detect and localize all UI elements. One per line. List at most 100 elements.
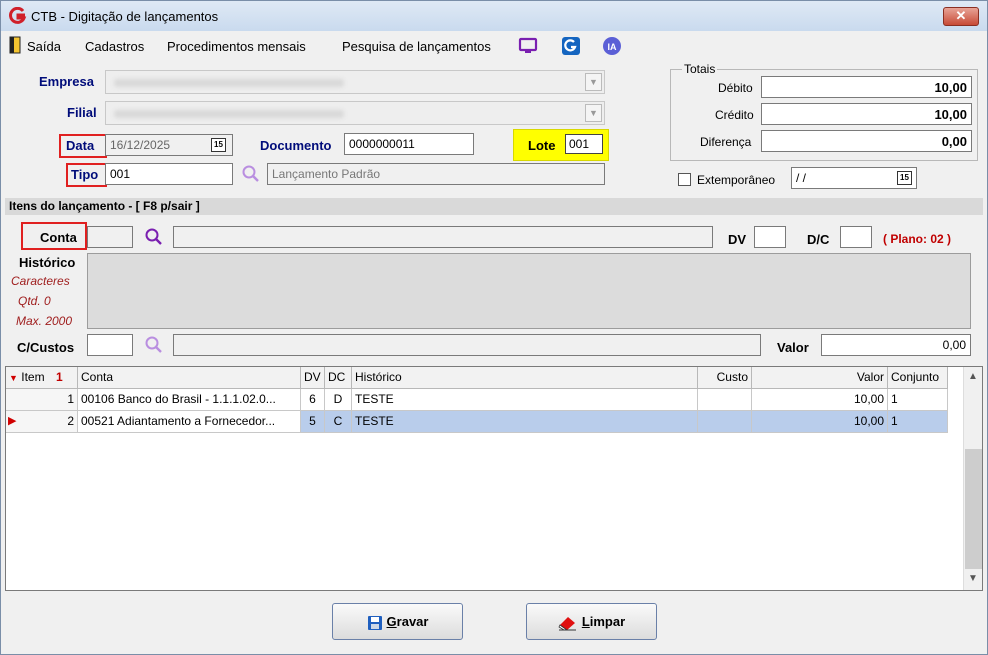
credito-field: 10,00 bbox=[761, 103, 972, 125]
dv-field[interactable] bbox=[754, 226, 786, 248]
close-button[interactable]: ✕ bbox=[943, 7, 979, 26]
grid-scrollbar[interactable]: ▲ ▼ bbox=[963, 367, 982, 590]
cell-historico: TESTE bbox=[352, 389, 698, 411]
header-item[interactable]: ▼ Item 1 bbox=[6, 367, 78, 389]
current-row-arrow-icon: ▶ bbox=[8, 415, 17, 427]
search-icon[interactable] bbox=[241, 164, 261, 184]
exit-door-icon bbox=[9, 36, 23, 54]
chevron-down-icon[interactable]: ▼ bbox=[585, 73, 602, 91]
dv-label: DV bbox=[728, 232, 747, 247]
title-bar: CTB - Digitação de lançamentos ✕ bbox=[1, 1, 987, 31]
table-row[interactable]: ▶ 2 00521 Adiantamento a Fornecedor... 5… bbox=[6, 411, 963, 433]
ccustos-field[interactable] bbox=[87, 334, 133, 356]
filial-select[interactable]: ▼ bbox=[105, 101, 605, 125]
cell-dc: D bbox=[325, 389, 352, 411]
dc-field[interactable] bbox=[840, 226, 872, 248]
gravar-button[interactable]: Gravar bbox=[332, 603, 463, 640]
header-custo[interactable]: Custo bbox=[698, 367, 752, 389]
save-disk-icon bbox=[367, 615, 382, 630]
documento-field[interactable]: 0000000011 bbox=[344, 133, 474, 155]
empresa-label: Empresa bbox=[39, 74, 94, 89]
header-dc[interactable]: DC bbox=[325, 367, 352, 389]
chevron-down-icon[interactable]: ▼ bbox=[585, 104, 602, 122]
window-title: CTB - Digitação de lançamentos bbox=[31, 9, 219, 24]
empresa-blurred-value bbox=[114, 79, 344, 87]
items-grid[interactable]: ▼ Item 1 Conta DV DC Histórico Custo Val… bbox=[5, 366, 983, 591]
lote-label: Lote bbox=[528, 138, 556, 153]
g-logo-icon[interactable] bbox=[561, 36, 581, 56]
cell-item: 1 bbox=[6, 389, 78, 411]
sort-desc-icon: ▼ bbox=[9, 373, 18, 383]
empresa-select[interactable]: ▼ bbox=[105, 70, 605, 94]
menu-procedimentos-mensais[interactable]: Procedimentos mensais bbox=[167, 39, 306, 54]
debito-label: Débito bbox=[718, 81, 753, 95]
historico-textarea[interactable] bbox=[87, 253, 971, 329]
ccustos-description bbox=[173, 334, 761, 356]
header-valor[interactable]: Valor bbox=[752, 367, 888, 389]
plano-label: ( Plano: 02 ) bbox=[883, 232, 952, 246]
itens-section-title: Itens do lançamento - [ F8 p/sair ] bbox=[5, 198, 983, 215]
chevron-down-icon[interactable]: ▼ bbox=[964, 573, 982, 584]
main-window: CTB - Digitação de lançamentos ✕ Saída C… bbox=[0, 0, 988, 655]
historico-label: Histórico bbox=[19, 255, 76, 270]
extemporaneo-date-value: / / bbox=[796, 171, 807, 185]
cell-valor: 10,00 bbox=[752, 411, 888, 433]
chevron-up-icon[interactable]: ▲ bbox=[964, 371, 982, 382]
filial-label: Filial bbox=[67, 105, 97, 120]
cell-item: ▶ 2 bbox=[6, 411, 78, 433]
dc-label: D/C bbox=[807, 232, 830, 247]
valor-field[interactable]: 0,00 bbox=[821, 334, 971, 356]
ia-assistant-icon[interactable]: IA bbox=[602, 36, 622, 56]
svg-text:IA: IA bbox=[608, 42, 618, 52]
table-row[interactable]: 1 00106 Banco do Brasil - 1.1.1.02.0... … bbox=[6, 389, 963, 411]
cell-conta: 00521 Adiantamento a Fornecedor... bbox=[78, 411, 301, 433]
cell-conjunto: 1 bbox=[888, 411, 948, 433]
conta-field[interactable] bbox=[87, 226, 133, 248]
credito-label: Crédito bbox=[715, 108, 754, 122]
search-icon[interactable] bbox=[144, 227, 164, 247]
extemporaneo-checkbox[interactable] bbox=[678, 173, 691, 186]
tipo-label: Tipo bbox=[71, 167, 99, 182]
data-label: Data bbox=[66, 138, 95, 153]
menu-saida[interactable]: Saída bbox=[27, 39, 61, 54]
monitor-icon[interactable] bbox=[518, 36, 538, 56]
menu-pesquisa-lancamentos[interactable]: Pesquisa de lançamentos bbox=[342, 39, 491, 54]
header-conjunto[interactable]: Conjunto bbox=[888, 367, 948, 389]
eraser-icon bbox=[558, 616, 576, 631]
limpar-button[interactable]: Limpar bbox=[526, 603, 657, 640]
lote-field[interactable]: 001 bbox=[565, 134, 603, 154]
filial-blurred-value bbox=[114, 110, 344, 118]
tipo-desc-text: Lançamento Padrão bbox=[272, 167, 381, 181]
cell-custo bbox=[698, 389, 752, 411]
diferenca-label: Diferença bbox=[700, 135, 752, 149]
header-historico[interactable]: Histórico bbox=[352, 367, 698, 389]
calendar-icon[interactable]: 15 bbox=[211, 138, 226, 152]
diferenca-field: 0,00 bbox=[761, 130, 972, 152]
search-icon[interactable] bbox=[144, 335, 164, 355]
cell-dc: C bbox=[325, 411, 352, 433]
documento-label: Documento bbox=[260, 138, 332, 153]
menu-cadastros[interactable]: Cadastros bbox=[85, 39, 144, 54]
qtd-label: Qtd. 0 bbox=[18, 294, 51, 308]
conta-description bbox=[173, 226, 713, 248]
header-item-label: Item bbox=[21, 370, 45, 384]
cell-dv: 6 bbox=[301, 389, 325, 411]
caracteres-label: Caracteres bbox=[11, 274, 70, 288]
tipo-value: 001 bbox=[110, 167, 131, 181]
header-conta[interactable]: Conta bbox=[78, 367, 301, 389]
scrollbar-thumb[interactable] bbox=[965, 449, 982, 569]
tipo-field[interactable]: 001 bbox=[105, 163, 233, 185]
limpar-label: impar bbox=[589, 614, 626, 629]
sort-indicator: 1 bbox=[55, 370, 63, 384]
documento-value: 0000000011 bbox=[349, 137, 415, 151]
cell-historico: TESTE bbox=[352, 411, 698, 433]
debito-field: 10,00 bbox=[761, 76, 972, 98]
cell-custo bbox=[698, 411, 752, 433]
cell-valor: 10,00 bbox=[752, 389, 888, 411]
max-label: Max. 2000 bbox=[16, 314, 73, 328]
tipo-description: Lançamento Padrão bbox=[267, 163, 605, 185]
calendar-icon[interactable]: 15 bbox=[897, 171, 912, 185]
ccustos-label: C/Custos bbox=[17, 340, 75, 355]
totais-title: Totais bbox=[682, 62, 718, 76]
header-dv[interactable]: DV bbox=[301, 367, 325, 389]
